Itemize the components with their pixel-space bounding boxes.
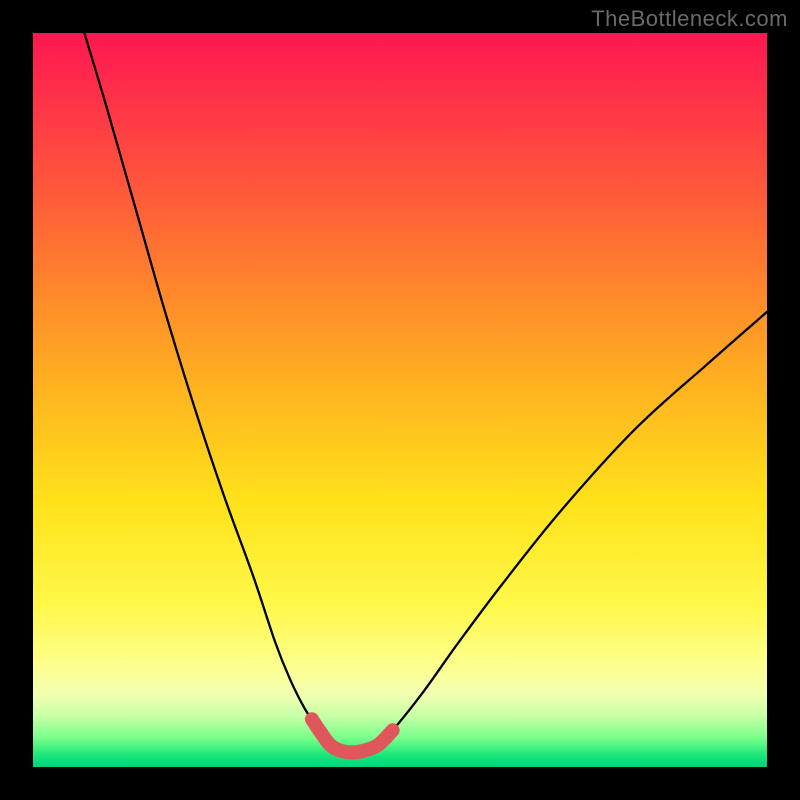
chart-frame: TheBottleneck.com <box>0 0 800 800</box>
watermark-text: TheBottleneck.com <box>591 6 788 32</box>
bottleneck-curve-path <box>84 33 767 752</box>
plot-area <box>33 33 767 767</box>
highlight-band-path <box>312 719 393 752</box>
chart-svg <box>33 33 767 767</box>
